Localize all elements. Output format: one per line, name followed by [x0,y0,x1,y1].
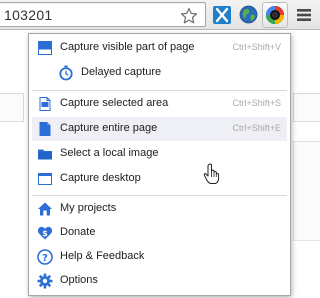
svg-text:$: $ [42,229,48,238]
menu-item-label: Options [60,274,98,286]
desktop-window-icon [38,173,52,185]
address-bar[interactable]: 103201 [0,2,206,27]
folder-icon [38,149,52,160]
menu-item-label: My projects [60,202,117,214]
menu-item-donate[interactable]: $ Donate [32,221,287,245]
menu-item-options[interactable]: Options [32,269,287,293]
clock-icon [59,65,73,81]
bookmark-star-icon[interactable] [180,7,198,25]
menu-item-label: Capture desktop [60,172,141,184]
menu-item-label: Capture visible part of page [60,41,195,53]
menu-item-shortcut: Ctrl+Shift+E [232,123,281,133]
menu-item-label: Select a local image [60,147,159,159]
visible-area-icon [38,41,52,55]
page-background-field [293,141,320,241]
heart-dollar-icon: $ [37,226,53,240]
x-extension-icon [212,5,231,24]
chrome-menu-button[interactable] [293,4,314,25]
menu-item-delayed-capture[interactable]: Delayed capture [32,61,287,85]
menu-item-label: Capture selected area [60,97,169,109]
menu-item-capture-visible[interactable]: Capture visible part of page Ctrl+Shift+… [32,36,287,60]
menu-item-help-feedback[interactable]: ? Help & Feedback [32,245,287,269]
menu-separator [32,90,287,91]
entire-page-icon [39,122,51,136]
hand-cursor-icon [203,163,220,184]
menu-item-label: Capture entire page [60,122,158,134]
selected-area-icon [39,97,51,111]
chrome-menu-icon [296,8,311,21]
home-icon [38,202,52,216]
help-icon: ? [37,249,53,265]
gear-icon [37,273,53,289]
screenshot-extension-button[interactable] [262,2,288,28]
capture-menu: Capture visible part of page Ctrl+Shift+… [28,33,291,296]
menu-item-capture-desktop[interactable]: Capture desktop [32,167,287,191]
x-extension-button[interactable] [211,4,232,25]
menu-item-capture-entire-page[interactable]: Capture entire page Ctrl+Shift+E [32,117,287,141]
address-bar-text: 103201 [4,7,53,23]
menu-item-label: Delayed capture [81,66,162,78]
browser-toolbar: 103201 [0,0,320,30]
menu-item-shortcut: Ctrl+Shift+V [232,42,281,52]
menu-separator [32,195,287,196]
menu-item-capture-selected[interactable]: Capture selected area Ctrl+Shift+S [32,92,287,116]
menu-item-shortcut: Ctrl+Shift+S [232,98,281,108]
screenshot-extension-icon [266,6,284,24]
menu-item-label: Help & Feedback [60,250,145,262]
menu-item-my-projects[interactable]: My projects [32,197,287,221]
globe-icon [239,5,258,24]
menu-item-label: Donate [60,226,96,238]
menu-item-select-local-image[interactable]: Select a local image [32,142,287,166]
globe-extension-button[interactable] [238,4,259,25]
page-background-field [0,93,24,122]
svg-text:?: ? [42,253,48,264]
page-background-field [293,93,320,122]
